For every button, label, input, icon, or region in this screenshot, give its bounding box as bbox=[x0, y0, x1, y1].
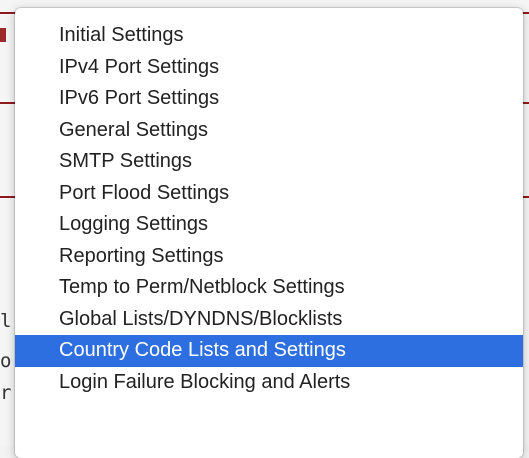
menu-item-ipv4-port-settings[interactable]: IPv4 Port Settings bbox=[15, 52, 523, 84]
menu-item-general-settings[interactable]: General Settings bbox=[15, 115, 523, 147]
settings-dropdown-menu: Initial Settings IPv4 Port Settings IPv6… bbox=[15, 8, 523, 458]
background-text-fragment: l bbox=[0, 310, 12, 332]
menu-item-reporting-settings[interactable]: Reporting Settings bbox=[15, 241, 523, 273]
menu-item-ipv6-port-settings[interactable]: IPv6 Port Settings bbox=[15, 83, 523, 115]
menu-item-country-code-lists-and-settings[interactable]: Country Code Lists and Settings bbox=[15, 335, 523, 367]
background-text-fragment: o bbox=[0, 350, 12, 372]
menu-item-initial-settings[interactable]: Initial Settings bbox=[15, 20, 523, 52]
menu-item-logging-settings[interactable]: Logging Settings bbox=[15, 209, 523, 241]
menu-item-port-flood-settings[interactable]: Port Flood Settings bbox=[15, 178, 523, 210]
menu-item-global-lists-dyndns-blocklists[interactable]: Global Lists/DYNDNS/Blocklists bbox=[15, 304, 523, 336]
menu-item-temp-to-perm-netblock-settings[interactable]: Temp to Perm/Netblock Settings bbox=[15, 272, 523, 304]
menu-item-smtp-settings[interactable]: SMTP Settings bbox=[15, 146, 523, 178]
background-text-fragment: r bbox=[0, 382, 12, 404]
menu-item-login-failure-blocking-and-alerts[interactable]: Login Failure Blocking and Alerts bbox=[15, 367, 523, 399]
background-select-edge bbox=[0, 28, 6, 42]
